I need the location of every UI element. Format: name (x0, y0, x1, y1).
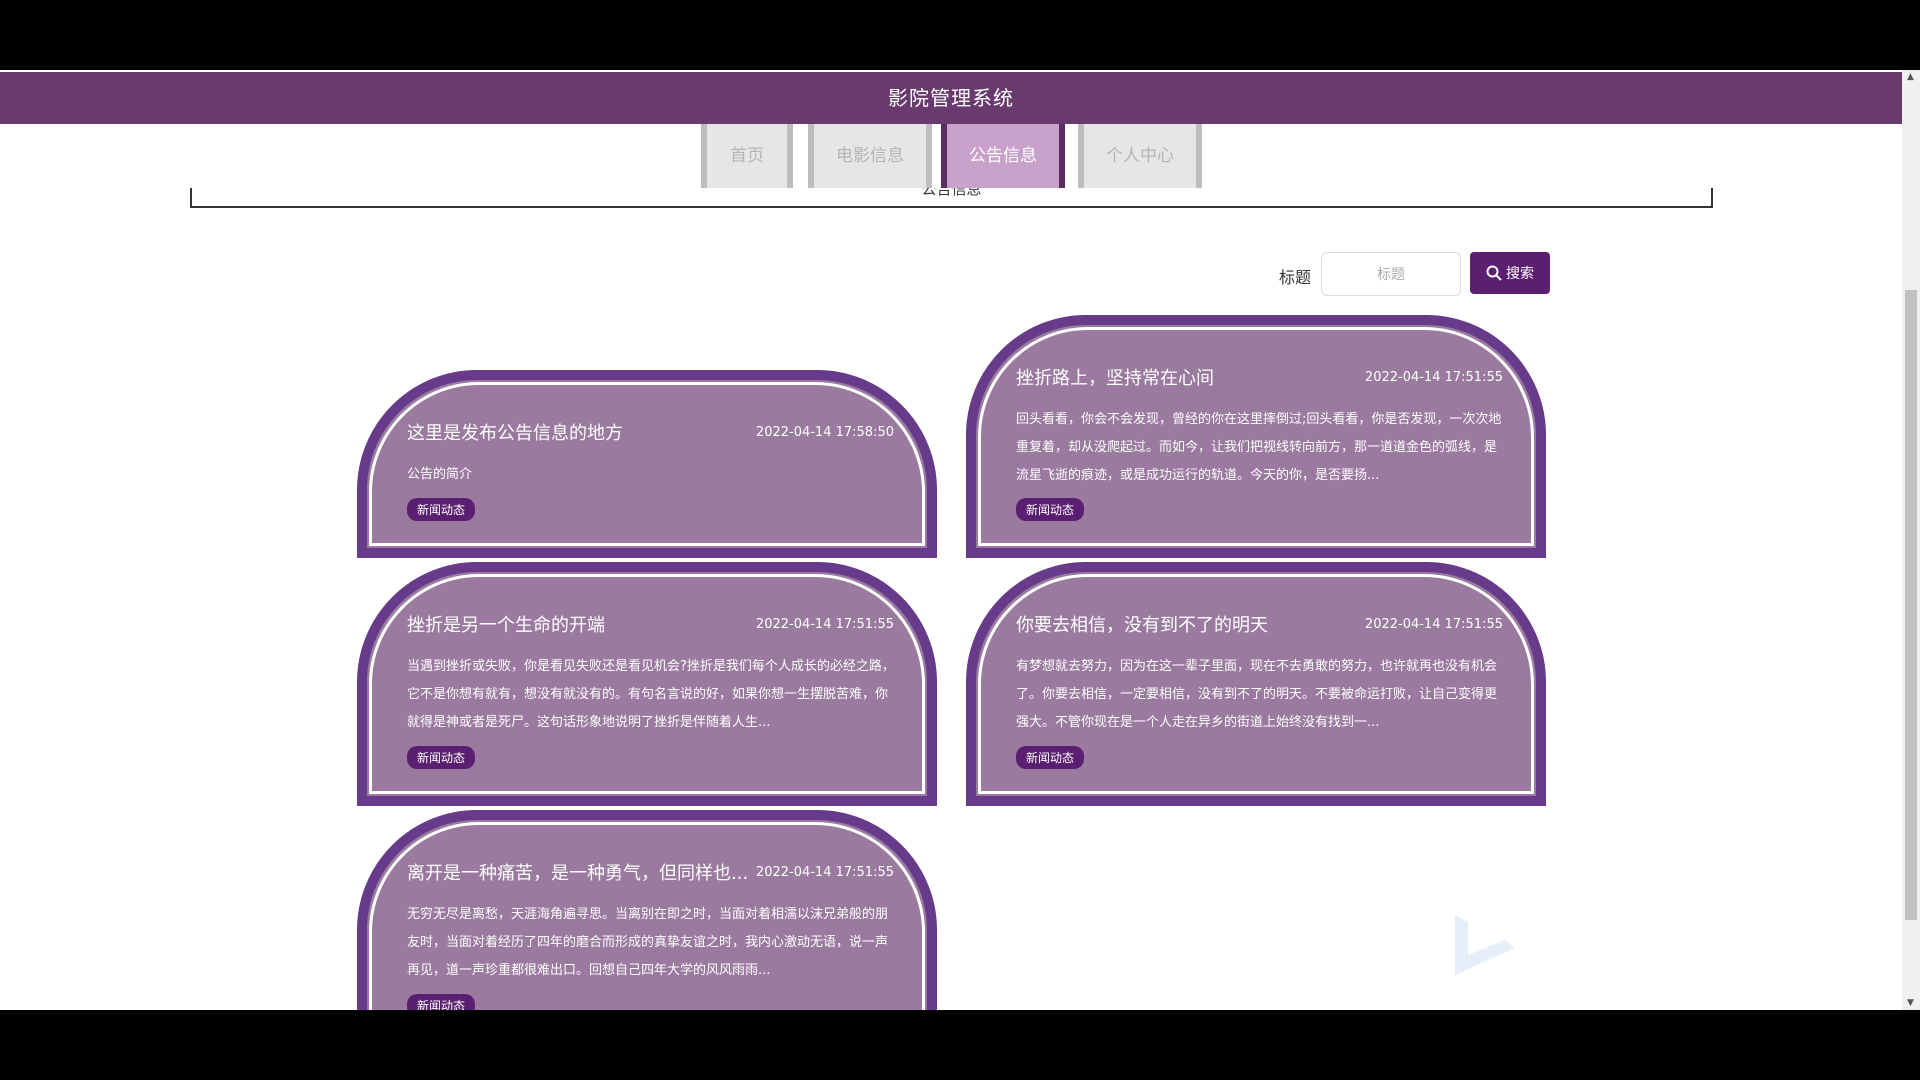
tab-movies[interactable]: 电影信息 (808, 124, 932, 188)
section-title-box: 公告信息 (190, 188, 1713, 208)
card-title[interactable]: 挫折路上，坚持常在心间 (1016, 364, 1366, 390)
card-summary: 公告的简介 (407, 467, 473, 482)
search-button-label: 搜索 (1506, 265, 1534, 281)
announcement-card[interactable]: 离开是一种痛苦，是一种勇气，但同样也... 2022-04-14 17:51:5… (357, 810, 937, 1010)
tab-profile[interactable]: 个人中心 (1078, 124, 1202, 188)
card-tag[interactable]: 新闻动态 (407, 746, 476, 769)
scroll-up-icon[interactable]: ▲ (1907, 72, 1914, 82)
card-time: 2022-04-14 17:51:55 (1364, 617, 1503, 632)
card-tag[interactable]: 新闻动态 (407, 498, 476, 521)
app-title: 影院管理系统 (888, 86, 1014, 110)
search-icon (1486, 265, 1502, 281)
watermark-icon (1455, 915, 1515, 975)
search-label: 标题 (1279, 268, 1312, 287)
search-input[interactable] (1321, 252, 1461, 296)
tab-announcements[interactable]: 公告信息 (941, 124, 1065, 188)
card-time: 2022-04-14 17:58:50 (755, 425, 894, 440)
search-button[interactable]: 搜索 (1470, 252, 1550, 294)
app-header: 影院管理系统 (0, 72, 1902, 124)
card-summary: 当遇到挫折或失败，你是看见失败还是看见机会?挫折是我们每个人成长的必经之路，它不… (407, 659, 895, 730)
announcement-card[interactable]: 你要去相信，没有到不了的明天 2022-04-14 17:51:55 有梦想就去… (966, 562, 1546, 806)
card-title[interactable]: 你要去相信，没有到不了的明天 (1016, 611, 1366, 637)
card-summary: 回头看看，你会不会发现，曾经的你在这里摔倒过;回头看看，你是否发现，一次次地重复… (1016, 412, 1502, 483)
card-title[interactable]: 挫折是另一个生命的开端 (407, 611, 757, 637)
card-title[interactable]: 离开是一种痛苦，是一种勇气，但同样也... (407, 859, 757, 885)
card-tag[interactable]: 新闻动态 (1016, 746, 1085, 769)
browser-viewport: 影院管理系统 首页 电影信息 公告信息 个人中心 公告信息 标题 搜索 这里是发… (0, 70, 1920, 1010)
card-tag[interactable]: 新闻动态 (1016, 498, 1085, 521)
card-title[interactable]: 这里是发布公告信息的地方 (407, 419, 757, 445)
tab-home[interactable]: 首页 (701, 124, 793, 188)
section-title: 公告信息 (921, 188, 982, 198)
scroll-down-icon[interactable]: ▼ (1907, 998, 1914, 1008)
card-time: 2022-04-14 17:51:55 (755, 865, 894, 880)
card-time: 2022-04-14 17:51:55 (755, 617, 894, 632)
card-summary: 有梦想就去努力，因为在这一辈子里面，现在不去勇敢的努力，也许就再也没有机会了。你… (1016, 659, 1498, 730)
page-scrollbar[interactable]: ▲ ▼ (1902, 70, 1920, 1010)
card-tag[interactable]: 新闻动态 (407, 994, 476, 1010)
card-summary: 无穷无尽是离愁，天涯海角遍寻思。当离别在即之时，当面对着相濡以沫兄弟般的朋友时，… (407, 907, 889, 978)
announcement-card[interactable]: 挫折路上，坚持常在心间 2022-04-14 17:51:55 回头看看，你会不… (966, 315, 1546, 558)
announcement-card[interactable]: 这里是发布公告信息的地方 2022-04-14 17:58:50 公告的简介 新… (357, 370, 937, 558)
announcement-card[interactable]: 挫折是另一个生命的开端 2022-04-14 17:51:55 当遇到挫折或失败… (357, 562, 937, 806)
card-time: 2022-04-14 17:51:55 (1364, 370, 1503, 385)
scrollbar-thumb[interactable] (1905, 290, 1917, 920)
